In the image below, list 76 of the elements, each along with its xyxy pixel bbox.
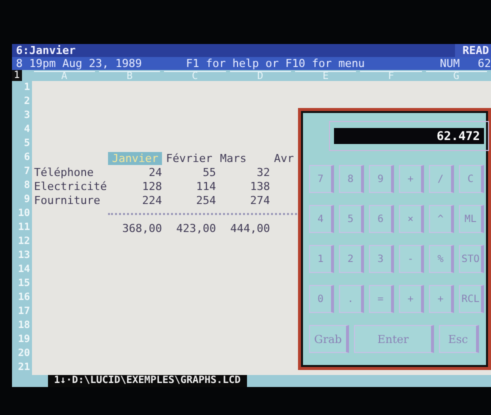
table-cell-text: 114 (195, 180, 216, 192)
calculator-key[interactable]: 6 (369, 205, 394, 233)
table-cell-text: 423,00 (175, 222, 216, 234)
table-cell-text: 24 (148, 166, 162, 178)
calculator-key[interactable]: 2 (339, 245, 364, 273)
help-hint: F1 for help or F10 for menu (186, 57, 366, 70)
calculator-key[interactable]: 4 (309, 205, 334, 233)
table-cell-text: Février (165, 152, 214, 164)
table-cell-text: Electricité (33, 180, 108, 192)
table-cell-text: Téléphone (33, 166, 95, 178)
table-cell-text: 32 (256, 166, 270, 178)
row-number: 14 (12, 263, 32, 277)
calculator-action-button[interactable]: Grab (309, 325, 349, 353)
calculator-key[interactable]: 3 (369, 245, 394, 273)
calculator-display: 62.472 (334, 128, 484, 144)
table-cell-text: Mars (219, 152, 248, 164)
row-number: 11 (12, 221, 32, 235)
calculator-key[interactable]: + (399, 165, 424, 193)
table-cell-text: 444,00 (229, 222, 270, 234)
calculator-action-button[interactable]: Enter (354, 325, 434, 353)
calculator-key[interactable]: 1 (309, 245, 334, 273)
calculator-key[interactable]: + (429, 285, 454, 313)
calculator-key[interactable]: ML (459, 205, 484, 233)
calculator-key[interactable]: 8 (339, 165, 364, 193)
row-number: 5 (12, 137, 32, 151)
row-number: 8 (12, 179, 32, 193)
table-cell-text: 274 (249, 194, 270, 206)
row-number: 1 (12, 81, 32, 95)
mode-indicator: READ (454, 44, 491, 57)
table-cell-text: 254 (195, 194, 216, 206)
table-cell-text: Avr (273, 152, 295, 164)
table-cell: Janvier (108, 152, 162, 164)
calculator-key[interactable]: STO (459, 245, 484, 273)
row-number: 4 (12, 123, 32, 137)
calculator-key[interactable]: × (399, 205, 424, 233)
row-number: 12 (12, 235, 32, 249)
table-cell-text: 138 (249, 180, 270, 192)
table-cell-text: 55 (202, 166, 216, 178)
row-number: 10 (12, 207, 32, 221)
row-number: 20 (12, 347, 32, 361)
calculator-key[interactable]: 5 (339, 205, 364, 233)
calculator-key[interactable]: C (459, 165, 484, 193)
row-number: 16 (12, 291, 32, 305)
calculator-action-button[interactable]: Esc (439, 325, 479, 353)
row-number: 13 (12, 249, 32, 263)
row-number: 21 (12, 361, 32, 375)
row-number: 19 (12, 333, 32, 347)
calculator-key[interactable]: / (429, 165, 454, 193)
file-path: 1↓·D:\LUCID\EXEMPLES\GRAPHS.LCD (48, 375, 247, 387)
table-cell-text: 368,00 (121, 222, 162, 234)
calculator-key[interactable]: RCL (459, 285, 484, 313)
row-number: 3 (12, 109, 32, 123)
calculator-key[interactable]: = (369, 285, 394, 313)
calculator-key[interactable]: 0 (309, 285, 334, 313)
calculator-key[interactable]: 9 (369, 165, 394, 193)
table-cell-text: 128 (141, 180, 162, 192)
row-number: 9 (12, 193, 32, 207)
num-lock-indicator: NUM (440, 57, 460, 70)
row-number: 15 (12, 277, 32, 291)
calculator-key[interactable]: ^ (429, 205, 454, 233)
cell-cursor: 1 (12, 70, 22, 81)
clock-text: 8 19pm Aug 23, 1989 (16, 57, 143, 70)
cell-reference: 6:Janvier (16, 44, 76, 57)
table-cell-text: 224 (141, 194, 162, 206)
calculator-key[interactable]: - (399, 245, 424, 273)
calculator-key[interactable]: + (399, 285, 424, 313)
row-number: 18 (12, 319, 32, 333)
table-cell-text: Fourniture (33, 194, 102, 206)
row-number: 7 (12, 165, 32, 179)
row-number: 6 (12, 151, 32, 165)
calculator-key[interactable]: 7 (309, 165, 334, 193)
row-number: 2 (12, 95, 32, 109)
calculator-key[interactable]: % (429, 245, 454, 273)
memory-indicator: 62 (478, 57, 491, 70)
row-number: 17 (12, 305, 32, 319)
calculator-key[interactable]: . (339, 285, 364, 313)
